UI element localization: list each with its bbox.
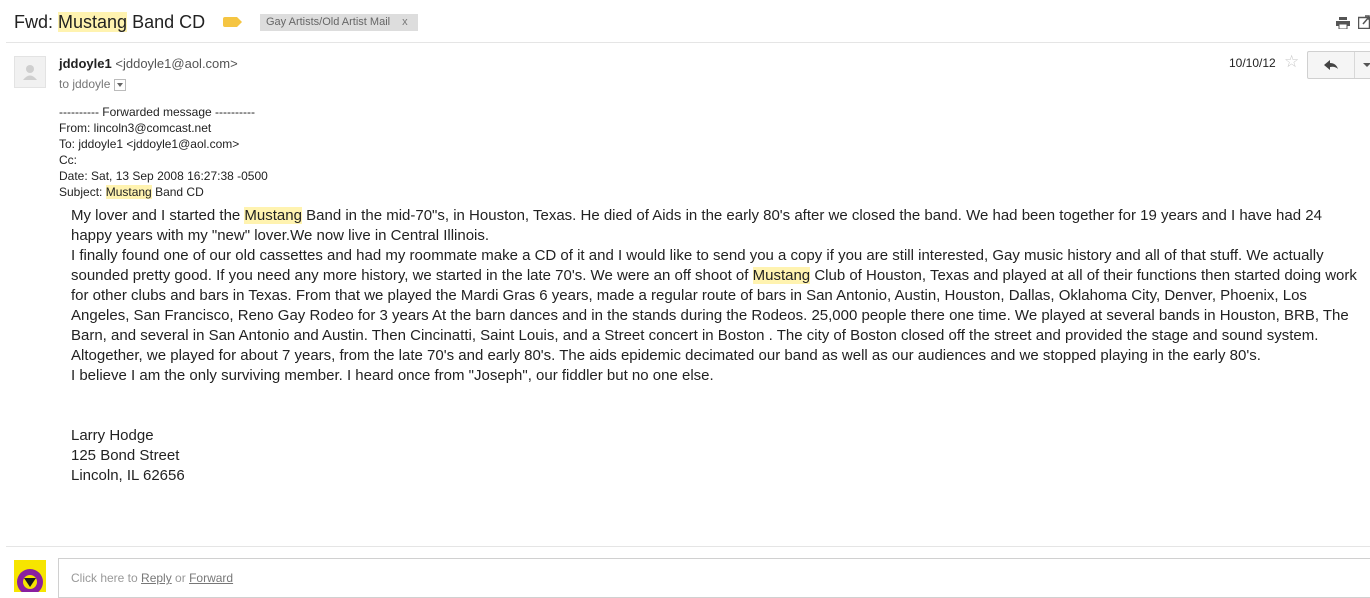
forwarded-subject-suffix: Band CD <box>151 185 204 199</box>
chevron-down-icon <box>1363 63 1370 67</box>
forwarded-from: From: lincoln3@comcast.net <box>59 121 212 135</box>
new-window-icon[interactable] <box>1358 15 1370 29</box>
body-search-highlight: Mustang <box>244 207 302 224</box>
user-avatar[interactable] <box>14 560 46 592</box>
sender-line: jddoyle1 <jddoyle1@aol.com> <box>59 56 238 71</box>
star-icon[interactable]: ☆ <box>1284 52 1299 72</box>
reply-button-group <box>1307 51 1370 79</box>
label-chip-text: Gay Artists/Old Artist Mail <box>266 16 391 28</box>
label-remove-icon[interactable]: x <box>402 16 408 28</box>
reply-arrow-icon <box>1324 60 1338 70</box>
forwarded-cc: Cc: <box>59 153 77 167</box>
user-avatar-logo-icon <box>14 560 46 592</box>
forwarded-header: ---------- Forwarded message ---------- … <box>59 104 268 200</box>
reply-button[interactable] <box>1308 52 1354 78</box>
subject-prefix: Fwd: <box>14 12 59 32</box>
reply-prompt-text: Click here to <box>71 571 142 585</box>
subject-divider <box>6 42 1370 43</box>
signature-block: Larry Hodge 125 Bond Street Lincoln, IL … <box>71 426 185 486</box>
signature-name: Larry Hodge <box>71 427 154 444</box>
sender-email: <jddoyle1@aol.com> <box>115 56 238 71</box>
body-text-run: My lover and I started the <box>71 207 245 224</box>
body-paragraph: I believe I am the only surviving member… <box>71 367 714 384</box>
signature-street: 125 Bond Street <box>71 447 180 464</box>
label-tag-icon[interactable] <box>223 17 242 27</box>
sender-name[interactable]: jddoyle1 <box>59 56 112 71</box>
forwarded-divider: ---------- Forwarded message ---------- <box>59 105 255 119</box>
body-search-highlight: Mustang <box>752 267 811 284</box>
forwarded-date: Date: Sat, 13 Sep 2008 16:27:38 -0500 <box>59 169 268 183</box>
forwarded-to: To: jddoyle1 <jddoyle1@aol.com> <box>59 137 240 151</box>
message-date[interactable]: 10/10/12 <box>1229 56 1276 70</box>
recipient-line: to jddoyle <box>59 77 127 91</box>
forwarded-subject-prefix: Subject: <box>59 185 106 199</box>
forward-link[interactable]: Forward <box>189 571 233 585</box>
body-paragraph: I finally found one of our old cassettes… <box>71 246 1361 366</box>
reply-or-text: or <box>171 571 190 585</box>
body-paragraph: My lover and I started the Mustang Band … <box>71 206 1361 246</box>
more-actions-button[interactable] <box>1355 52 1370 78</box>
print-icon[interactable] <box>1336 17 1350 29</box>
bottom-divider <box>6 546 1370 547</box>
sender-avatar[interactable] <box>14 56 46 88</box>
subject-search-highlight: Mustang <box>58 12 128 32</box>
message-body: My lover and I started the Mustang Band … <box>71 206 1361 386</box>
recipient-text: to jddoyle <box>59 77 111 91</box>
email-subject: Fwd: Mustang Band CD <box>14 12 205 33</box>
subject-bar: Fwd: Mustang Band CD Gay Artists/Old Art… <box>0 0 1370 44</box>
person-silhouette-icon <box>23 65 37 80</box>
label-chip[interactable]: Gay Artists/Old Artist Mail x <box>260 14 418 31</box>
quick-reply-box[interactable]: Click here to Reply or Forward <box>58 558 1370 598</box>
subject-suffix: Band CD <box>127 12 206 32</box>
forwarded-subject-highlight: Mustang <box>105 185 152 199</box>
signature-city: Lincoln, IL 62656 <box>71 467 185 484</box>
show-details-chevron-down-icon[interactable] <box>114 78 127 91</box>
forwarded-subject: Subject: Mustang Band CD <box>59 184 268 200</box>
reply-link[interactable]: Reply <box>141 571 172 585</box>
